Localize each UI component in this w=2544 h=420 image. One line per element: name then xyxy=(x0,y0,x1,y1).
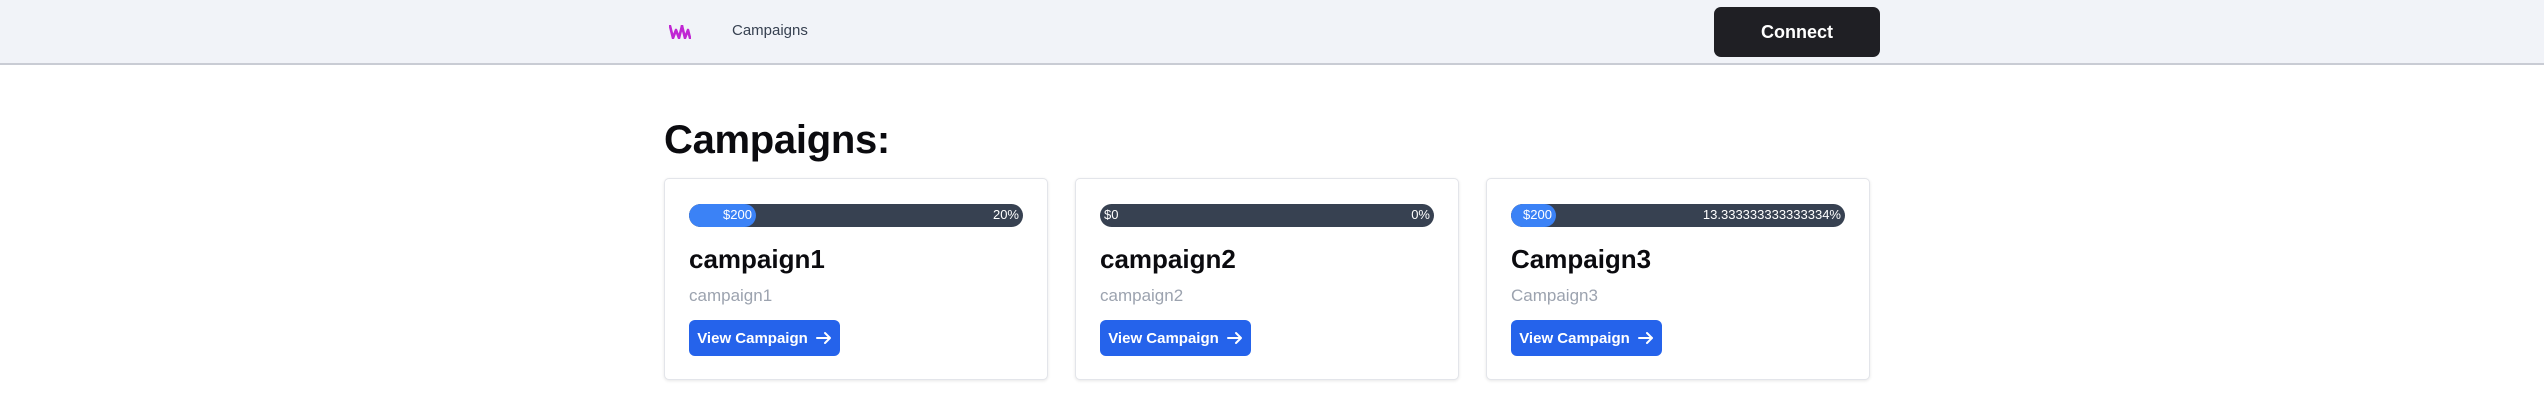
view-campaign-label: View Campaign xyxy=(1519,329,1630,347)
page-title: Campaigns: xyxy=(664,118,890,162)
wm-logo-icon[interactable] xyxy=(664,18,696,46)
progress-percent: 13.333333333333334% xyxy=(1702,207,1841,222)
arrow-right-icon xyxy=(1637,331,1654,345)
view-campaign-button[interactable]: View Campaign xyxy=(689,320,840,356)
progress-amount: $200 xyxy=(1523,207,1552,222)
navbar: Campaigns Connect xyxy=(0,0,2544,65)
view-campaign-button[interactable]: View Campaign xyxy=(1100,320,1251,356)
campaign-card: $200 20% campaign1 campaign1 View Campai… xyxy=(664,178,1048,380)
arrow-right-icon xyxy=(815,331,832,345)
campaign-description: campaign1 xyxy=(689,286,773,305)
view-campaign-label: View Campaign xyxy=(697,329,808,347)
progress-amount: $200 xyxy=(723,207,752,222)
campaign-card: $200 13.333333333333334% Campaign3 Campa… xyxy=(1486,178,1870,380)
progress-percent: 20% xyxy=(992,207,1019,222)
progress-percent: 0% xyxy=(1411,207,1430,222)
view-campaign-label: View Campaign xyxy=(1108,329,1219,347)
arrow-right-icon xyxy=(1226,331,1243,345)
progress-bar: $0 0% xyxy=(1100,204,1434,227)
campaign-description: campaign2 xyxy=(1100,286,1184,305)
campaign-card: $0 0% campaign2 campaign2 View Campaign xyxy=(1075,178,1459,380)
progress-bar: $200 13.333333333333334% xyxy=(1511,204,1845,227)
connect-button[interactable]: Connect xyxy=(1714,7,1880,57)
nav-link-campaigns[interactable]: Campaigns xyxy=(732,22,808,39)
view-campaign-button[interactable]: View Campaign xyxy=(1511,320,1662,356)
campaign-title: campaign2 xyxy=(1100,244,1236,274)
campaign-title: campaign1 xyxy=(689,244,825,274)
progress-bar: $200 20% xyxy=(689,204,1023,227)
campaign-title: Campaign3 xyxy=(1511,244,1652,274)
campaign-description: Campaign3 xyxy=(1511,286,1598,305)
progress-amount: $0 xyxy=(1104,207,1119,222)
